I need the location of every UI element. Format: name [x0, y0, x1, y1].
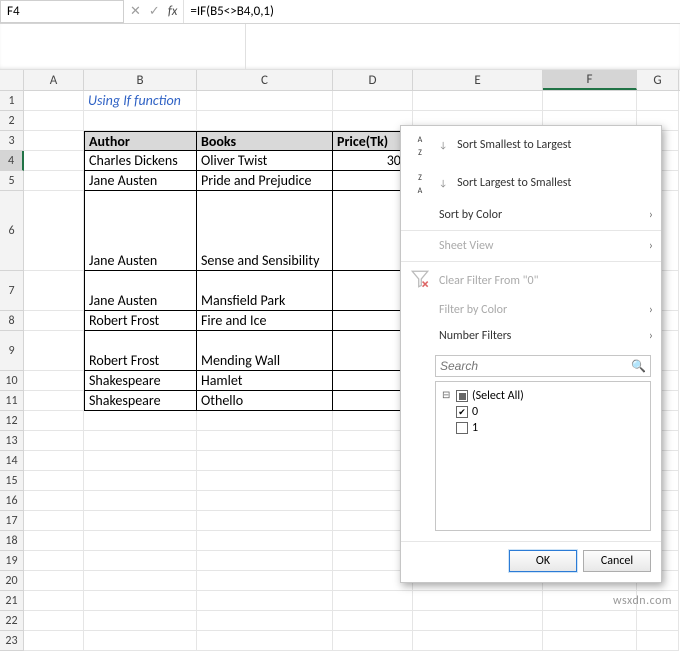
table-cell[interactable]: Jane Austen — [84, 191, 197, 271]
row-header-15[interactable]: 15 — [0, 471, 24, 491]
cancel-formula-icon[interactable]: ✕ — [130, 4, 141, 19]
table-cell[interactable]: Othello — [197, 391, 333, 411]
filter-values-tree[interactable]: (Select All) 0 1 — [435, 381, 651, 531]
cell-A1[interactable] — [24, 91, 84, 111]
checkbox-select-all[interactable] — [456, 390, 468, 402]
col-header-E[interactable]: E — [413, 70, 543, 90]
table-cell[interactable]: Pride and Prejudice — [197, 171, 333, 191]
sort-by-color-label: Sort by Color — [439, 208, 502, 222]
row-header-20[interactable]: 20 — [0, 571, 24, 591]
accept-formula-icon[interactable]: ✓ — [149, 4, 160, 19]
filter-menu: AZ ↓ Sort Smallest to Largest ZA ↓ Sort … — [400, 125, 662, 583]
row-header-18[interactable]: 18 — [0, 531, 24, 551]
row-header-4[interactable]: 4 — [0, 151, 24, 171]
watermark: wsxdn.com — [613, 594, 672, 608]
table-cell[interactable]: Oliver Twist — [197, 151, 333, 171]
col-header-F[interactable]: F — [543, 70, 637, 90]
table-cell[interactable]: Shakespeare — [84, 371, 197, 391]
row-header-12[interactable]: 12 — [0, 411, 24, 431]
cancel-button[interactable]: Cancel — [583, 550, 651, 572]
checkbox-0[interactable] — [456, 406, 468, 418]
row-header-21[interactable]: 21 — [0, 591, 24, 611]
table-cell[interactable]: Jane Austen — [84, 171, 197, 191]
search-icon: 🔍 — [631, 359, 646, 374]
row-header-10[interactable]: 10 — [0, 371, 24, 391]
th-author[interactable]: Author — [84, 131, 197, 151]
table-cell[interactable]: Sense and Sensibility — [197, 191, 333, 271]
filter-value-0-label: 0 — [472, 405, 478, 419]
table-cell[interactable]: Robert Frost — [84, 311, 197, 331]
row-header-16[interactable]: 16 — [0, 491, 24, 511]
table-cell[interactable]: Jane Austen — [84, 271, 197, 311]
table-cell[interactable]: Charles Dickens — [84, 151, 197, 171]
sort-asc-icon: AZ — [411, 132, 429, 158]
filter-value-1-label: 1 — [472, 421, 478, 435]
row-header-17[interactable]: 17 — [0, 511, 24, 531]
name-box[interactable]: F4 — [0, 0, 124, 23]
table-cell[interactable]: Hamlet — [197, 371, 333, 391]
row-header-1[interactable]: 1 — [0, 91, 24, 111]
row-header-13[interactable]: 13 — [0, 431, 24, 451]
row-headers: 1 2 3 4 5 6 7 8 9 10 11 12 13 14 15 16 1… — [0, 91, 24, 651]
number-filters-label: Number Filters — [439, 329, 511, 343]
filter-value-1[interactable]: 1 — [442, 420, 644, 436]
clear-filter-icon — [411, 270, 429, 291]
page-title[interactable]: Using If function — [84, 91, 197, 111]
filter-search-input[interactable] — [440, 359, 631, 373]
row-header-11[interactable]: 11 — [0, 391, 24, 411]
row-header-2[interactable]: 2 — [0, 111, 24, 131]
formula-bar: F4 ✕ ✓ fx =IF(B5<>B4,0,1) — [0, 0, 680, 24]
col-header-C[interactable]: C — [197, 70, 333, 90]
filter-value-0[interactable]: 0 — [442, 404, 644, 420]
row-header-8[interactable]: 8 — [0, 311, 24, 331]
chevron-right-icon: › — [649, 208, 653, 222]
row-header-22[interactable]: 22 — [0, 611, 24, 631]
chevron-right-icon: › — [649, 329, 653, 343]
sort-desc-item[interactable]: ZA ↓ Sort Largest to Smallest — [401, 164, 661, 202]
row-header-9[interactable]: 9 — [0, 331, 24, 371]
col-header-B[interactable]: B — [84, 70, 197, 90]
row-header-3[interactable]: 3 — [0, 131, 24, 151]
sort-desc-icon: ZA — [411, 170, 429, 196]
filter-search[interactable]: 🔍 — [435, 355, 651, 377]
table-cell[interactable]: Mansfield Park — [197, 271, 333, 311]
select-all-corner[interactable] — [0, 70, 24, 90]
clear-filter-item: Clear Filter From "0" — [401, 264, 661, 297]
column-headers: A B C D E F G — [0, 70, 680, 91]
formula-input[interactable]: =IF(B5<>B4,0,1) — [183, 0, 680, 23]
row-header-7[interactable]: 7 — [0, 271, 24, 311]
checkbox-1[interactable] — [456, 422, 468, 434]
sheet-view-label: Sheet View — [439, 239, 493, 253]
sort-asc-label: Sort Smallest to Largest — [457, 138, 571, 152]
col-header-D[interactable]: D — [333, 70, 413, 90]
chevron-right-icon: › — [649, 303, 653, 317]
select-all-label: (Select All) — [472, 389, 524, 403]
row-header-5[interactable]: 5 — [0, 171, 24, 191]
chevron-right-icon: › — [649, 239, 653, 253]
clear-filter-label: Clear Filter From "0" — [439, 274, 538, 288]
fx-icon[interactable]: fx — [168, 4, 178, 19]
row-header-19[interactable]: 19 — [0, 551, 24, 571]
ok-button[interactable]: OK — [509, 550, 577, 572]
col-header-A[interactable]: A — [24, 70, 84, 90]
select-all-item[interactable]: (Select All) — [442, 388, 644, 404]
row-header-14[interactable]: 14 — [0, 451, 24, 471]
table-cell[interactable]: Fire and Ice — [197, 311, 333, 331]
table-cell[interactable]: Robert Frost — [84, 331, 197, 371]
collapse-icon[interactable] — [442, 391, 452, 401]
filter-by-color-label: Filter by Color — [439, 303, 507, 317]
th-books[interactable]: Books — [197, 131, 333, 151]
sort-by-color-item[interactable]: Sort by Color › — [401, 202, 661, 228]
number-filters-item[interactable]: Number Filters › — [401, 323, 661, 349]
sort-asc-item[interactable]: AZ ↓ Sort Smallest to Largest — [401, 126, 661, 164]
sheet-view-item: Sheet View › — [401, 233, 661, 259]
row-header-6[interactable]: 6 — [0, 191, 24, 271]
sort-desc-label: Sort Largest to Smallest — [457, 176, 571, 190]
filter-by-color-item: Filter by Color › — [401, 297, 661, 323]
table-cell[interactable]: Mending Wall — [197, 331, 333, 371]
row-header-23[interactable]: 23 — [0, 631, 24, 651]
col-header-G[interactable]: G — [637, 70, 679, 90]
table-cell[interactable]: Shakespeare — [84, 391, 197, 411]
